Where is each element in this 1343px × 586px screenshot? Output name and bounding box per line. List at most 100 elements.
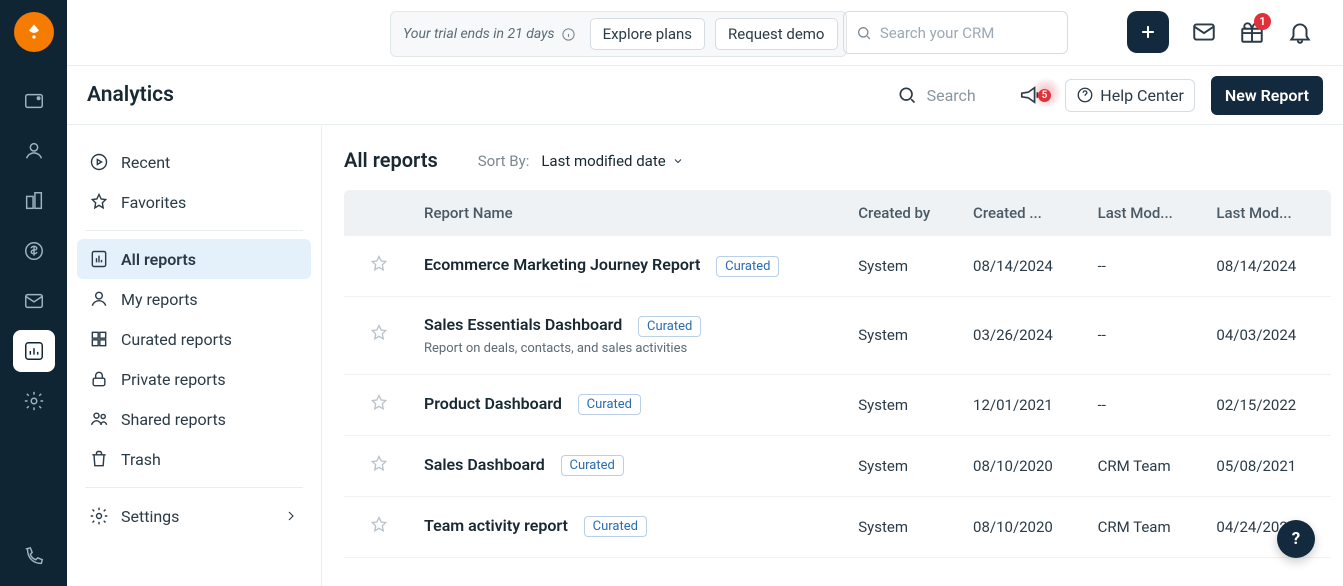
sidebar-favorites[interactable]: Favorites <box>77 182 311 222</box>
search-icon <box>897 85 917 105</box>
rail-mail[interactable] <box>13 280 55 322</box>
announcements[interactable]: 5 <box>1019 84 1052 106</box>
dollar-icon <box>23 240 45 262</box>
play-circle-icon <box>89 152 109 172</box>
table-header: Report Name Created by Created ... Last … <box>344 190 1331 236</box>
grid-icon <box>89 329 109 349</box>
table-row[interactable]: Team activity report Curated System 08/1… <box>344 496 1331 557</box>
col-modified-by[interactable]: Last Mod... <box>1088 190 1207 236</box>
row-name-cell[interactable]: Team activity report Curated <box>414 496 848 557</box>
row-created-on: 08/10/2020 <box>963 496 1088 557</box>
table-row[interactable]: Ecommerce Marketing Journey Report Curat… <box>344 236 1331 297</box>
row-modified-by: -- <box>1088 236 1207 297</box>
page-title: Analytics <box>87 83 174 107</box>
page-search-input[interactable] <box>927 86 997 105</box>
curated-tag: Curated <box>716 256 779 277</box>
curated-tag: Curated <box>561 455 624 476</box>
row-name-cell[interactable]: Product Dashboard Curated <box>414 374 848 435</box>
content-heading: All reports <box>344 148 438 172</box>
page-search[interactable] <box>897 85 997 105</box>
star-icon <box>369 254 389 274</box>
bell-icon <box>1287 19 1313 45</box>
chevron-down-icon <box>672 155 684 167</box>
sidebar-settings[interactable]: Settings <box>77 496 311 536</box>
row-name-cell[interactable]: Ecommerce Marketing Journey Report Curat… <box>414 236 848 297</box>
report-name: Sales Dashboard <box>424 455 545 474</box>
building-icon <box>23 190 45 212</box>
request-demo-button[interactable]: Request demo <box>715 18 837 50</box>
sidebar-trash[interactable]: Trash <box>77 439 311 479</box>
sort-value[interactable]: Last modified date <box>541 152 683 170</box>
report-desc: Report on deals, contacts, and sales act… <box>424 341 838 356</box>
gear-icon <box>23 390 45 412</box>
row-name-cell[interactable]: Sales Dashboard Curated <box>414 435 848 496</box>
report-name: Team activity report <box>424 516 568 535</box>
curated-tag: Curated <box>638 316 701 337</box>
row-star[interactable] <box>344 496 414 557</box>
row-modified-by: -- <box>1088 374 1207 435</box>
row-name-cell[interactable]: Sales Essentials Dashboard Curated Repor… <box>414 297 848 375</box>
col-created-by[interactable]: Created by <box>848 190 963 236</box>
table-row[interactable]: Sales Essentials Dashboard Curated Repor… <box>344 297 1331 375</box>
row-star[interactable] <box>344 435 414 496</box>
sidebar-curated-reports[interactable]: Curated reports <box>77 319 311 359</box>
sidebar-item-label: Recent <box>121 153 170 172</box>
info-icon[interactable] <box>561 27 576 42</box>
table-row[interactable]: Product Dashboard Curated System 12/01/2… <box>344 374 1331 435</box>
quick-add-button[interactable] <box>1127 11 1169 53</box>
row-created-on: 12/01/2021 <box>963 374 1088 435</box>
row-created-by: System <box>848 496 963 557</box>
rail-dashboard[interactable] <box>13 80 55 122</box>
search-icon <box>856 24 872 42</box>
sidebar-recent[interactable]: Recent <box>77 142 311 182</box>
top-mail[interactable] <box>1191 19 1217 45</box>
sidebar-shared-reports[interactable]: Shared reports <box>77 399 311 439</box>
top-notifications[interactable] <box>1287 19 1313 45</box>
sidebar-item-label: Curated reports <box>121 330 232 349</box>
col-star <box>344 190 414 236</box>
help-center-button[interactable]: Help Center <box>1065 79 1195 112</box>
sidebar-item-label: Private reports <box>121 370 226 389</box>
help-fab[interactable]: ? <box>1277 520 1315 558</box>
announcements-count: 5 <box>1038 89 1052 102</box>
bar-chart-icon <box>23 340 45 362</box>
trial-text: Your trial ends in 21 days <box>399 26 580 42</box>
table-row[interactable]: Sales Dashboard Curated System 08/10/202… <box>344 435 1331 496</box>
chevron-right-icon <box>283 508 299 524</box>
sidebar-item-label: Trash <box>121 450 161 469</box>
col-modified-on[interactable]: Last Mod... <box>1206 190 1331 236</box>
rail-deals[interactable] <box>13 230 55 272</box>
sidebar-sep <box>85 487 303 488</box>
rail-settings[interactable] <box>13 380 55 422</box>
app-logo[interactable] <box>14 12 54 52</box>
table-body: Ecommerce Marketing Journey Report Curat… <box>344 236 1331 557</box>
new-report-button[interactable]: New Report <box>1211 76 1323 115</box>
question-circle-icon <box>1076 86 1094 104</box>
main-header: All reports Sort By: Last modified date <box>344 148 1331 172</box>
global-search-input[interactable] <box>880 24 1055 42</box>
row-star[interactable] <box>344 236 414 297</box>
rail-analytics[interactable] <box>13 330 55 372</box>
top-gift[interactable]: 1 <box>1239 19 1265 45</box>
col-created-on[interactable]: Created ... <box>963 190 1088 236</box>
row-star[interactable] <box>344 297 414 375</box>
row-star[interactable] <box>344 374 414 435</box>
explore-plans-button[interactable]: Explore plans <box>590 18 705 50</box>
global-search[interactable] <box>843 11 1068 54</box>
rail-accounts[interactable] <box>13 180 55 222</box>
trial-banner: Your trial ends in 21 days Explore plans… <box>390 11 847 57</box>
sidebar-item-label: Settings <box>121 507 179 526</box>
col-name[interactable]: Report Name <box>414 190 848 236</box>
trial-text-label: Your trial ends in 21 days <box>403 26 555 42</box>
row-modified-by: -- <box>1088 297 1207 375</box>
row-created-by: System <box>848 236 963 297</box>
sidebar-my-reports[interactable]: My reports <box>77 279 311 319</box>
sidebar-all-reports[interactable]: All reports <box>77 239 311 279</box>
rail-phone[interactable] <box>13 536 55 578</box>
mail-icon <box>23 290 45 312</box>
sort-by[interactable]: Sort By: Last modified date <box>478 151 684 170</box>
sidebar-private-reports[interactable]: Private reports <box>77 359 311 399</box>
rail-contacts[interactable] <box>13 130 55 172</box>
card-icon <box>23 90 45 112</box>
report-icon <box>89 249 109 269</box>
